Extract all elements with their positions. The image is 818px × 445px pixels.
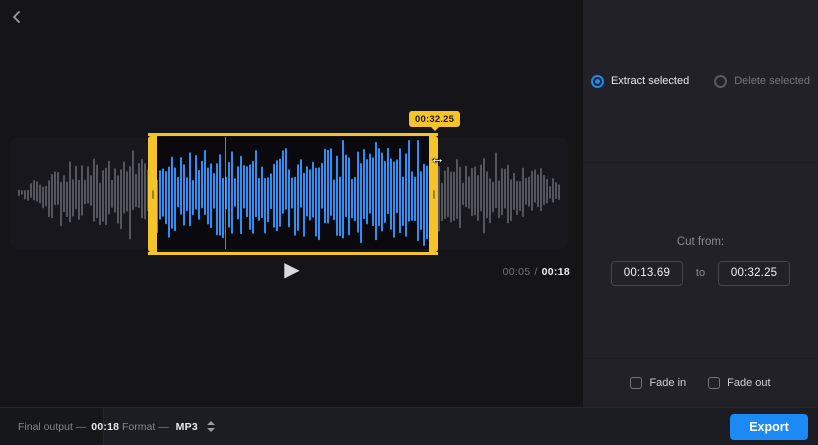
play-button[interactable]: ▶ [276, 256, 308, 286]
checkbox-icon [630, 377, 642, 389]
back-button[interactable] [7, 7, 27, 27]
format-select[interactable]: Format — MP3 [122, 408, 215, 445]
audio-cutter-app: 00:32.25 ↔ ▶ 00:05 / 00:18 Extract selec… [0, 0, 818, 445]
cut-end-input[interactable] [718, 261, 790, 286]
checkbox-icon [708, 377, 720, 389]
cut-from-label: Cut from: [677, 236, 724, 248]
extract-selected-radio[interactable]: Extract selected [591, 75, 689, 88]
delete-selected-label: Delete selected [734, 75, 810, 87]
final-output-value: 00:18 [91, 421, 119, 433]
fade-section: Fade in Fade out [583, 359, 818, 406]
fade-in-label: Fade in [649, 377, 686, 389]
fade-out-label: Fade out [727, 377, 770, 389]
selection-right-handle[interactable] [429, 136, 438, 252]
selection-left-handle[interactable] [148, 136, 157, 252]
trim-time-value: 00:32.25 [415, 114, 454, 125]
stepper-icon[interactable] [205, 421, 215, 432]
fade-out-checkbox[interactable]: Fade out [708, 377, 770, 389]
current-time: 00:05 [503, 266, 531, 278]
editor-area: 00:32.25 ↔ ▶ 00:05 / 00:18 [0, 0, 583, 407]
selection-region[interactable] [148, 133, 438, 255]
export-button[interactable]: Export [730, 414, 808, 440]
settings-panel: Extract selected Delete selected Cut fro… [583, 0, 818, 407]
final-output: Final output — 00:18 [18, 408, 119, 445]
trim-time-tooltip: 00:32.25 [409, 111, 460, 127]
format-value: MP3 [176, 421, 198, 433]
to-label: to [696, 267, 705, 279]
cut-start-input[interactable] [611, 261, 683, 286]
total-time: 00:18 [542, 266, 570, 278]
cut-range-section: Cut from: to [583, 163, 818, 359]
handle-grip-icon [433, 190, 435, 199]
final-output-label: Final output — [18, 421, 86, 433]
handle-grip-icon [152, 190, 154, 199]
cut-range-row: to [611, 261, 790, 286]
mode-section: Extract selected Delete selected [583, 0, 818, 163]
radio-checked-icon [591, 75, 604, 88]
extract-selected-label: Extract selected [611, 75, 689, 87]
fade-in-checkbox[interactable]: Fade in [630, 377, 686, 389]
delete-selected-radio[interactable]: Delete selected [714, 75, 810, 88]
play-icon: ▶ [276, 255, 308, 285]
format-label: Format — [122, 421, 169, 433]
time-separator: / [534, 266, 537, 278]
chevron-left-icon [10, 10, 24, 24]
footer-bar: Final output — 00:18 Format — MP3 Export [0, 407, 818, 445]
radio-unchecked-icon [714, 75, 727, 88]
time-display: 00:05 / 00:18 [503, 266, 570, 278]
